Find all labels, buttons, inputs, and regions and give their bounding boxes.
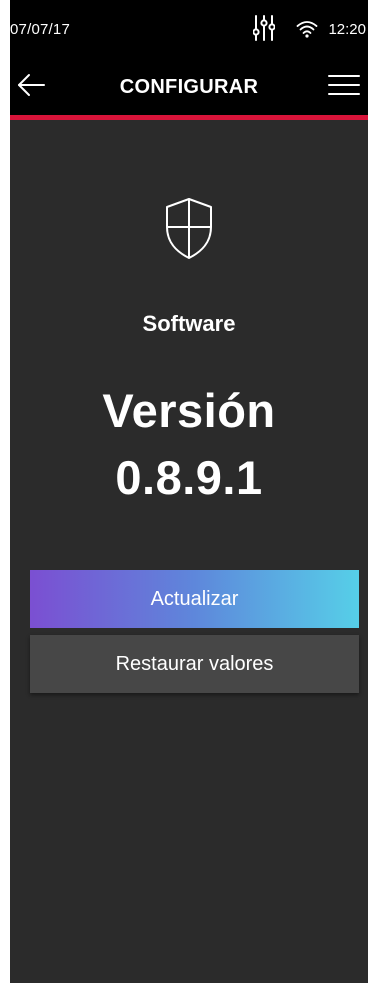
hamburger-menu-icon[interactable] bbox=[328, 74, 360, 96]
update-button[interactable]: Actualizar bbox=[30, 570, 359, 628]
page-title: CONFIGURAR bbox=[119, 76, 259, 98]
equalizer-icon bbox=[253, 15, 275, 41]
status-time: 12:20 bbox=[328, 21, 366, 38]
app-bar-accent-line bbox=[10, 115, 368, 120]
wifi-icon bbox=[296, 21, 318, 38]
section-label: Software bbox=[142, 311, 236, 336]
status-bar: 07/07/17 12:20 bbox=[10, 0, 368, 58]
restore-defaults-button[interactable]: Restaurar valores bbox=[30, 635, 359, 693]
version-title: Versión bbox=[102, 384, 276, 437]
device-screen: 07/07/17 12:20 CONFIGURAR Software Versi… bbox=[10, 0, 368, 983]
status-date: 07/07/17 bbox=[10, 21, 70, 38]
version-number: 0.8.9.1 bbox=[115, 451, 263, 504]
shield-icon bbox=[166, 198, 212, 259]
